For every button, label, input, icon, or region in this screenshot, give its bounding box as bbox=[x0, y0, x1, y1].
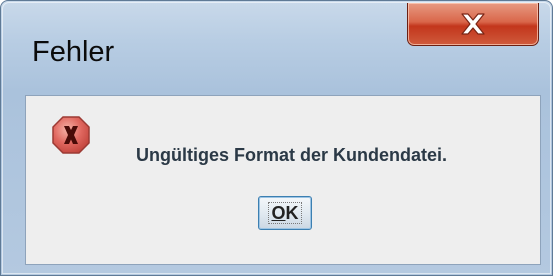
close-button[interactable] bbox=[407, 3, 539, 46]
error-message: Ungültiges Format der Kundendatei. bbox=[136, 145, 448, 165]
window-title: Fehler bbox=[32, 36, 115, 68]
ok-label-rest: K bbox=[285, 203, 299, 223]
ok-mnemonic: O bbox=[271, 203, 286, 223]
ok-button[interactable]: OK bbox=[258, 196, 312, 230]
dialog-window: Fehler Ungültiges Format der Kundendatei… bbox=[0, 0, 553, 276]
error-icon bbox=[52, 116, 90, 154]
close-icon bbox=[461, 13, 485, 35]
dialog-content: Ungültiges Format der Kundendatei. OK bbox=[25, 95, 541, 265]
ok-button-label: OK bbox=[268, 202, 302, 224]
